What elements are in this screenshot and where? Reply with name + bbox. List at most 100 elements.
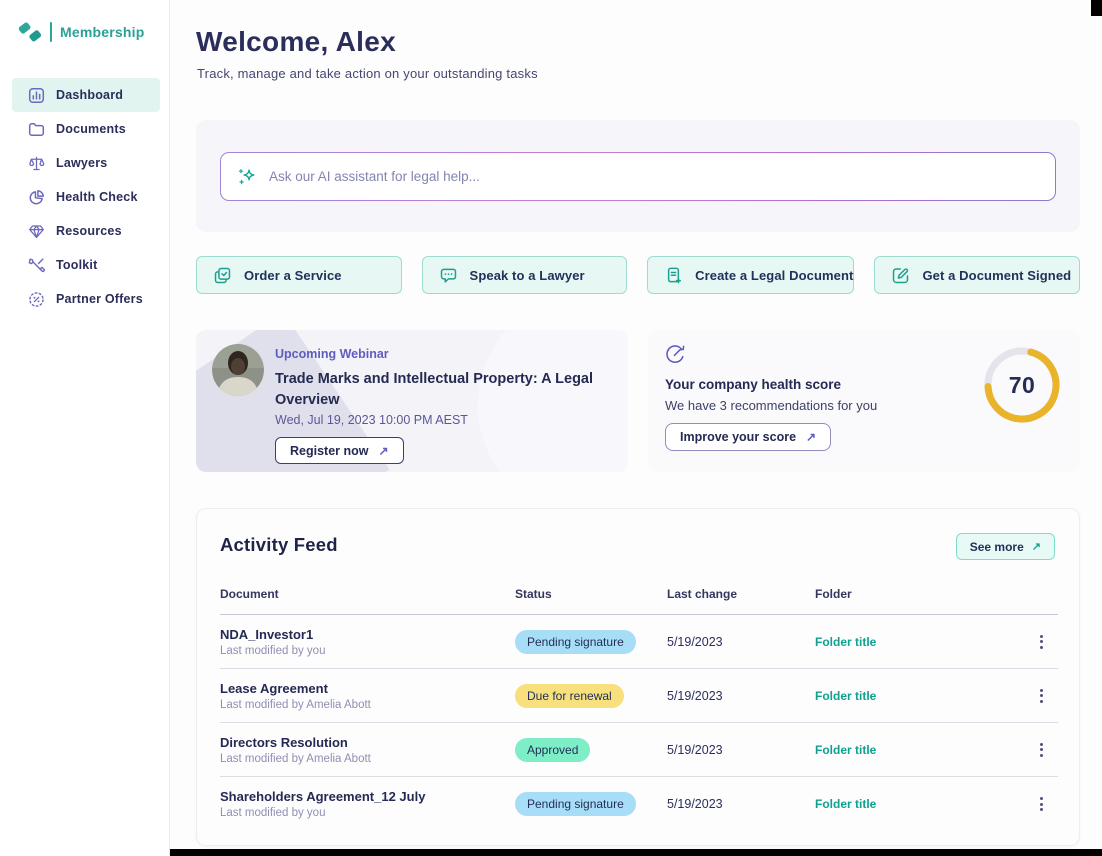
document-name: Directors Resolution	[220, 735, 515, 750]
ai-assistant-input[interactable]	[269, 169, 1039, 184]
column-header-status: Status	[515, 587, 667, 601]
percent-badge-icon	[28, 291, 45, 308]
activity-table: Document Status Last change Folder NDA_I…	[220, 587, 1058, 831]
document-cell: Shareholders Agreement_12 July Last modi…	[220, 789, 515, 819]
document-name: NDA_Investor1	[220, 627, 515, 642]
last-change-date: 5/19/2023	[667, 689, 815, 703]
quick-actions-row: Order a Service Speak to a Lawyer Create…	[196, 256, 1080, 294]
document-modified: Last modified by you	[220, 807, 515, 819]
signature-icon	[891, 266, 910, 285]
activity-feed-card: Activity Feed See more ↗ Document Status…	[196, 508, 1080, 846]
page-title: Welcome, Alex	[196, 26, 396, 58]
dashboard-page: Membership Dashboard Documents Lawyers	[0, 0, 1102, 856]
webinar-title: Trade Marks and Intellectual Property: A…	[275, 369, 605, 411]
status-badge: Pending signature	[515, 630, 636, 654]
sidebar-item-health-check[interactable]: Health Check	[12, 180, 160, 214]
webinar-speaker-avatar	[212, 344, 264, 396]
document-cell: Directors Resolution Last modified by Am…	[220, 735, 515, 765]
webinar-eyebrow: Upcoming Webinar	[275, 347, 620, 361]
sidebar-item-label: Toolkit	[56, 258, 97, 272]
sidebar-item-label: Documents	[56, 122, 126, 136]
table-row: NDA_Investor1 Last modified by you Pendi…	[220, 615, 1058, 669]
logo-divider	[50, 22, 52, 42]
chat-icon	[439, 266, 458, 285]
folder-link[interactable]: Folder title	[815, 635, 1025, 649]
sidebar-item-label: Health Check	[56, 190, 138, 204]
gauge-icon	[664, 343, 686, 365]
sidebar-item-label: Lawyers	[56, 156, 107, 170]
quick-action-label: Get a Document Signed	[922, 268, 1071, 283]
create-legal-document-button[interactable]: Create a Legal Document	[647, 256, 854, 294]
sidebar-item-label: Partner Offers	[56, 292, 143, 306]
document-name: Lease Agreement	[220, 681, 515, 696]
quick-action-label: Speak to a Lawyer	[470, 268, 585, 283]
sidebar-item-lawyers[interactable]: Lawyers	[12, 146, 160, 180]
last-change-date: 5/19/2023	[667, 635, 815, 649]
dashboard-icon	[28, 87, 45, 104]
sidebar-item-label: Resources	[56, 224, 122, 238]
row-menu-kebab-icon[interactable]	[1032, 631, 1050, 653]
gem-icon	[28, 223, 45, 240]
sidebar-item-documents[interactable]: Documents	[12, 112, 160, 146]
get-document-signed-button[interactable]: Get a Document Signed	[874, 256, 1080, 294]
screenshot-artifact	[1091, 0, 1102, 16]
document-modified: Last modified by Amelia Abott	[220, 699, 515, 711]
ai-assistant-card	[196, 120, 1080, 232]
register-now-label: Register now	[290, 444, 369, 458]
row-menu-kebab-icon[interactable]	[1032, 685, 1050, 707]
arrow-up-right-icon: ↗	[1032, 540, 1041, 553]
brand-name: Membership	[60, 24, 144, 40]
order-service-icon	[213, 266, 232, 285]
ai-input-wrapper	[220, 152, 1056, 201]
column-header-folder: Folder	[815, 587, 1025, 601]
brand-logo: Membership	[0, 0, 169, 44]
last-change-date: 5/19/2023	[667, 797, 815, 811]
order-a-service-button[interactable]: Order a Service	[196, 256, 402, 294]
ai-input-inner	[221, 153, 1055, 200]
sidebar-item-partner-offers[interactable]: Partner Offers	[12, 282, 160, 316]
last-change-date: 5/19/2023	[667, 743, 815, 757]
scales-icon	[28, 155, 45, 172]
sidebar-item-toolkit[interactable]: Toolkit	[12, 248, 160, 282]
tools-icon	[28, 257, 45, 274]
sidebar: Membership Dashboard Documents Lawyers	[0, 0, 170, 856]
table-row: Directors Resolution Last modified by Am…	[220, 723, 1058, 777]
document-cell: Lease Agreement Last modified by Amelia …	[220, 681, 515, 711]
main-content: Welcome, Alex Track, manage and take act…	[170, 0, 1102, 856]
quick-action-label: Create a Legal Document	[695, 268, 853, 283]
activity-feed-title: Activity Feed	[220, 534, 338, 556]
webinar-datetime: Wed, Jul 19, 2023 10:00 PM AEST	[275, 413, 620, 427]
document-cell: NDA_Investor1 Last modified by you	[220, 627, 515, 657]
page-subtitle: Track, manage and take action on your ou…	[197, 66, 538, 81]
screenshot-artifact	[170, 849, 1102, 856]
document-modified: Last modified by Amelia Abott	[220, 753, 515, 765]
sidebar-item-dashboard[interactable]: Dashboard	[12, 78, 160, 112]
health-score-subtitle: We have 3 recommendations for you	[665, 398, 877, 413]
row-menu-kebab-icon[interactable]	[1032, 739, 1050, 761]
folder-link[interactable]: Folder title	[815, 743, 1025, 757]
see-more-button[interactable]: See more ↗	[956, 533, 1055, 560]
register-now-button[interactable]: Register now ↗	[275, 437, 404, 464]
speak-to-a-lawyer-button[interactable]: Speak to a Lawyer	[422, 256, 628, 294]
column-header-document: Document	[220, 587, 515, 601]
column-header-last-change: Last change	[667, 587, 815, 601]
health-score-title: Your company health score	[665, 377, 841, 392]
table-row: Lease Agreement Last modified by Amelia …	[220, 669, 1058, 723]
row-menu-kebab-icon[interactable]	[1032, 793, 1050, 815]
folder-icon	[28, 121, 45, 138]
status-badge: Due for renewal	[515, 684, 624, 708]
improve-your-score-button[interactable]: Improve your score ↗	[665, 423, 831, 451]
quick-action-label: Order a Service	[244, 268, 342, 283]
status-badge: Pending signature	[515, 792, 636, 816]
sidebar-item-resources[interactable]: Resources	[12, 214, 160, 248]
health-score-value: 70	[982, 345, 1062, 425]
folder-link[interactable]: Folder title	[815, 689, 1025, 703]
table-header-row: Document Status Last change Folder	[220, 587, 1058, 615]
folder-link[interactable]: Folder title	[815, 797, 1025, 811]
improve-score-label: Improve your score	[680, 430, 796, 444]
health-score-ring: 70	[982, 345, 1062, 425]
table-row: Shareholders Agreement_12 July Last modi…	[220, 777, 1058, 831]
arrow-up-right-icon: ↗	[379, 444, 389, 458]
webinar-content: Upcoming Webinar Trade Marks and Intelle…	[275, 347, 620, 464]
document-name: Shareholders Agreement_12 July	[220, 789, 515, 804]
